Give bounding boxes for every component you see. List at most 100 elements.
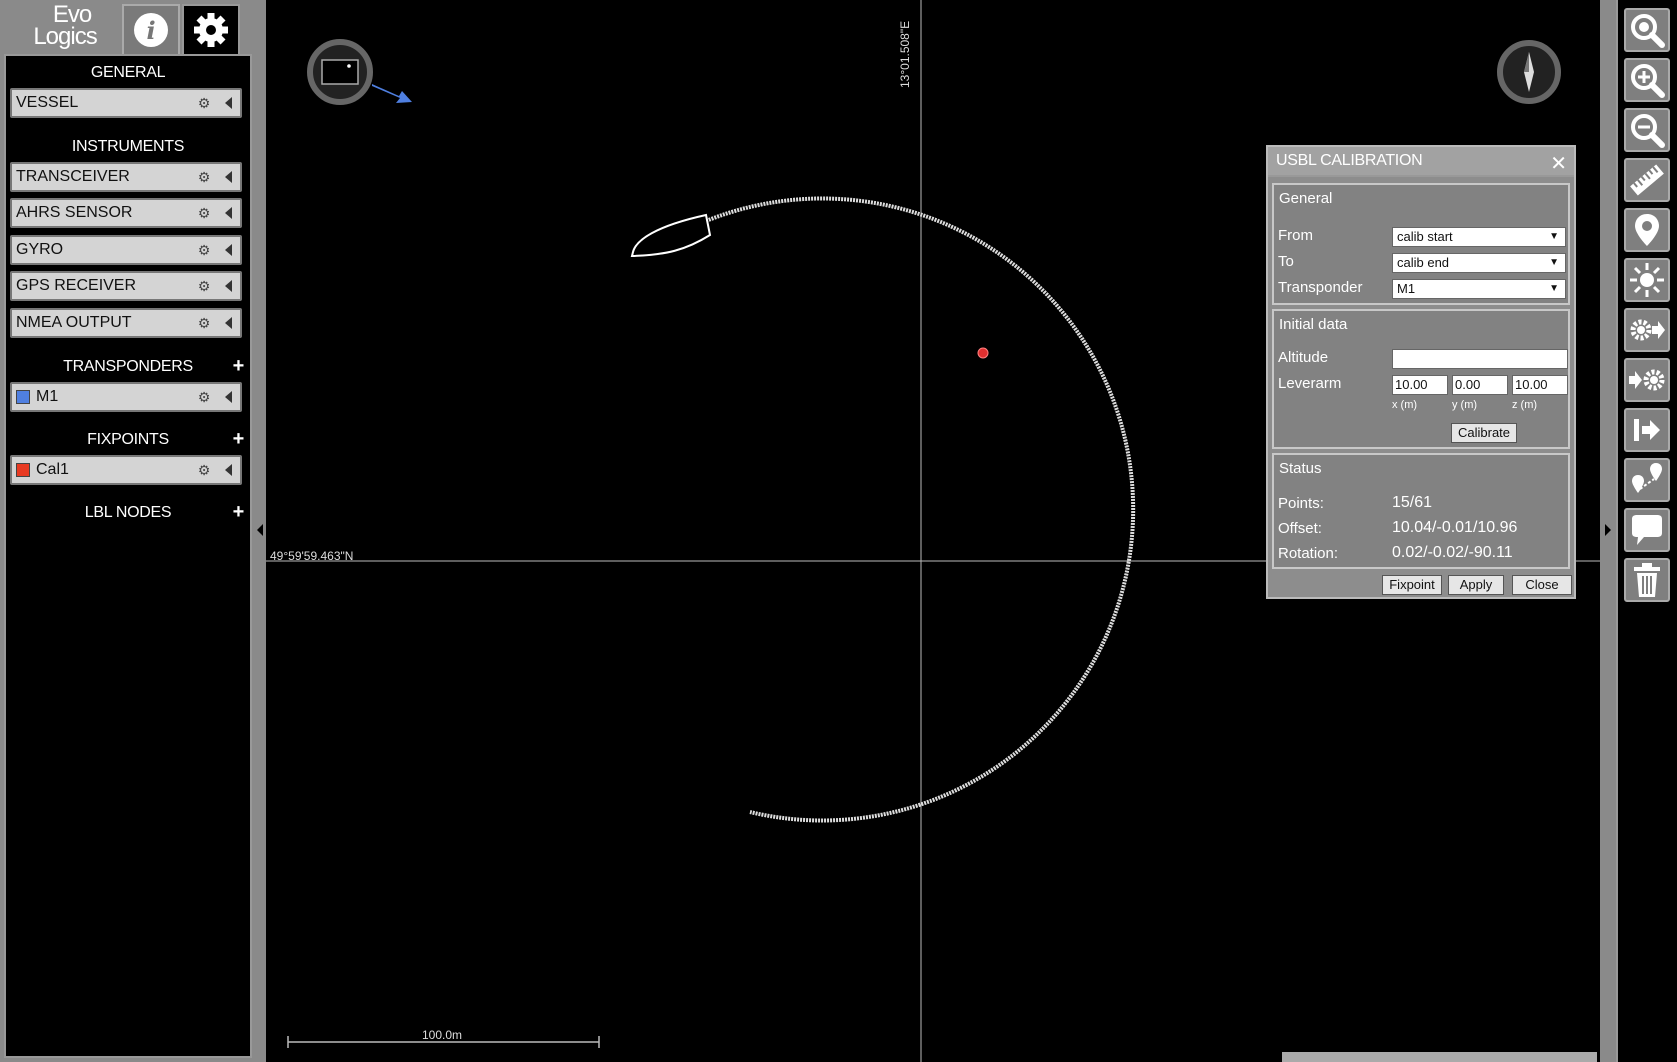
add-fixpoint-icon[interactable]: +	[233, 428, 245, 451]
from-select[interactable]: calib start ▼	[1392, 227, 1566, 247]
settings-export-icon	[1630, 319, 1665, 341]
longitude-label: 13°01.508"E	[898, 20, 912, 88]
section-title: TRANSPONDERS	[63, 358, 193, 375]
chevron-left-icon[interactable]	[225, 280, 232, 292]
info-icon: i	[134, 13, 168, 47]
points-value: 15/61	[1392, 494, 1433, 511]
dropdown-arrow-icon: ▼	[1549, 231, 1559, 242]
section-fixpoints: FIXPOINTS +	[6, 428, 250, 451]
sidebar-item-label: GYRO	[16, 241, 64, 258]
waypoints-button[interactable]	[1624, 458, 1670, 502]
sidebar-item-gps-receiver[interactable]: GPS RECEIVER ⚙	[10, 271, 242, 301]
rotation-value: 0.02/-0.02/-90.11	[1392, 544, 1513, 561]
bottom-scrollbar[interactable]	[1282, 1052, 1597, 1062]
leverarm-x-input[interactable]: 10.00	[1392, 375, 1448, 395]
to-value: calib end	[1397, 255, 1450, 270]
sidebar-item-gyro[interactable]: GYRO ⚙	[10, 235, 242, 265]
exit-button[interactable]	[1624, 408, 1670, 452]
chevron-left-icon[interactable]	[225, 97, 232, 109]
sidebar-item-m1[interactable]: M1 ⚙	[10, 382, 242, 412]
section-title: Status	[1279, 460, 1322, 477]
export-settings-button[interactable]	[1624, 308, 1670, 352]
sidebar-item-transceiver[interactable]: TRANSCEIVER ⚙	[10, 162, 242, 192]
tab-settings[interactable]	[182, 4, 240, 54]
close-button[interactable]: Close	[1512, 575, 1572, 595]
location-pin-icon	[1635, 214, 1659, 246]
transponder-label: Transponder	[1278, 279, 1363, 296]
offset-value: 10.04/-0.01/10.96	[1392, 519, 1518, 536]
left-panel-splitter[interactable]	[256, 0, 266, 1062]
close-icon[interactable]: ✕	[1550, 151, 1567, 176]
zoom-in-icon	[1631, 64, 1665, 98]
gear-icon[interactable]: ⚙	[196, 169, 212, 185]
sidebar-item-vessel[interactable]: VESSEL ⚙	[10, 88, 242, 118]
sidebar-item-label: Cal1	[36, 461, 69, 478]
gear-icon[interactable]: ⚙	[196, 95, 212, 111]
vessel-icon	[630, 213, 712, 258]
usbl-calibration-dialog: USBL CALIBRATION ✕ General From calib st…	[1266, 145, 1576, 599]
section-title: LBL NODES	[84, 504, 172, 521]
right-toolbar	[1616, 0, 1677, 1062]
settings-import-icon	[1629, 369, 1665, 391]
zoom-out-button[interactable]	[1624, 108, 1670, 152]
collapse-left-icon[interactable]	[257, 524, 263, 536]
logo-line2: Logics	[33, 23, 97, 50]
color-swatch[interactable]	[16, 463, 30, 477]
brightness-button[interactable]	[1624, 258, 1670, 302]
section-general: General From calib start ▼ To calib end …	[1272, 183, 1570, 305]
rotation-label: Rotation:	[1278, 545, 1339, 562]
import-settings-button[interactable]	[1624, 358, 1670, 402]
comment-button[interactable]	[1624, 508, 1670, 552]
gear-icon[interactable]: ⚙	[196, 389, 212, 405]
vessel-outline	[321, 59, 359, 85]
sidebar-item-label: TRANSCEIVER	[16, 168, 130, 185]
from-label: From	[1278, 227, 1313, 244]
zoom-fit-button[interactable]	[1624, 8, 1670, 52]
zoom-fit-icon	[1631, 14, 1665, 48]
section-lbl-nodes: LBL NODES +	[6, 501, 250, 524]
color-swatch[interactable]	[16, 390, 30, 404]
ruler-button[interactable]	[1624, 158, 1670, 202]
scale-label: 100.0m	[422, 1028, 463, 1042]
right-panel-splitter[interactable]	[1600, 0, 1616, 1062]
gear-icon[interactable]: ⚙	[196, 462, 212, 478]
gear-icon[interactable]: ⚙	[196, 205, 212, 221]
to-select[interactable]: calib end ▼	[1392, 253, 1566, 273]
add-transponder-icon[interactable]: +	[233, 355, 245, 378]
chevron-left-icon[interactable]	[225, 391, 232, 403]
fixpoint-button[interactable]: Fixpoint	[1382, 575, 1442, 595]
leverarm-z-input[interactable]: 10.00	[1512, 375, 1568, 395]
zoom-in-button[interactable]	[1624, 58, 1670, 102]
tab-info[interactable]: i	[122, 4, 180, 54]
to-label: To	[1278, 253, 1294, 270]
gear-icon[interactable]: ⚙	[196, 242, 212, 258]
altitude-input[interactable]	[1392, 349, 1568, 369]
sidebar-item-label: GPS RECEIVER	[16, 277, 137, 294]
chevron-left-icon[interactable]	[225, 464, 232, 476]
section-title: General	[1279, 190, 1333, 207]
expand-right-icon[interactable]	[1605, 524, 1611, 536]
z-unit-label: z (m)	[1512, 399, 1538, 411]
altitude-label: Altitude	[1278, 349, 1329, 366]
chevron-left-icon[interactable]	[225, 207, 232, 219]
chevron-left-icon[interactable]	[225, 317, 232, 329]
dialog-titlebar[interactable]: USBL CALIBRATION	[1268, 147, 1574, 177]
gear-icon[interactable]: ⚙	[196, 315, 212, 331]
dropdown-arrow-icon: ▼	[1549, 283, 1559, 294]
gear-icon[interactable]: ⚙	[196, 278, 212, 294]
location-pin-button[interactable]	[1624, 208, 1670, 252]
delete-button[interactable]	[1624, 558, 1670, 602]
chevron-left-icon[interactable]	[225, 171, 232, 183]
sidebar-item-ahrs-sensor[interactable]: AHRS SENSOR ⚙	[10, 198, 242, 228]
transponder-select[interactable]: M1 ▼	[1392, 279, 1566, 299]
sidebar-item-cal1[interactable]: Cal1 ⚙	[10, 455, 242, 485]
calibrate-button[interactable]: Calibrate	[1451, 423, 1517, 443]
leverarm-y-input[interactable]: 0.00	[1452, 375, 1508, 395]
chevron-left-icon[interactable]	[225, 244, 232, 256]
section-transponders: TRANSPONDERS +	[6, 355, 250, 378]
apply-button[interactable]: Apply	[1448, 575, 1504, 595]
section-initial-data: Initial data Altitude Leverarm 10.00 0.0…	[1272, 309, 1570, 449]
add-lbl-node-icon[interactable]: +	[233, 501, 245, 524]
sidebar-item-nmea-output[interactable]: NMEA OUTPUT ⚙	[10, 308, 242, 338]
section-general: GENERAL	[90, 64, 166, 81]
